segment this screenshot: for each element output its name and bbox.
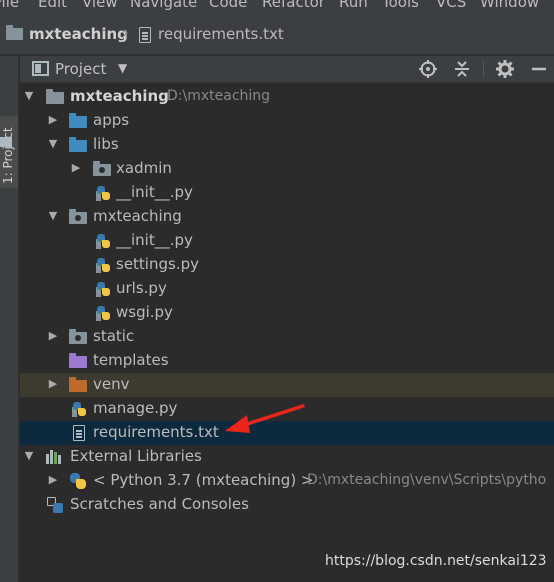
tree-node-path: D:\mxteaching: [167, 88, 271, 104]
project-view-selector[interactable]: Project: [55, 60, 106, 78]
tree-node-static[interactable]: ▶ static: [20, 325, 554, 349]
expanded-arrow-icon[interactable]: ▼: [47, 137, 59, 150]
tree-node-label: manage.py: [93, 399, 178, 417]
menu-refactor[interactable]: Refactor: [262, 0, 325, 11]
menu-navigate[interactable]: Navigate: [130, 0, 197, 11]
tree-node-file[interactable]: wsgi.py: [20, 301, 554, 325]
menu-vcs[interactable]: VCS: [436, 0, 466, 11]
excluded-folder-icon: [69, 377, 87, 392]
watermark-text: https://blog.csdn.net/senkai123: [325, 553, 547, 569]
python-file-icon: [96, 185, 110, 201]
tree-node-root[interactable]: ▼ mxteaching D:\mxteaching: [20, 85, 554, 109]
tree-node-libs[interactable]: ▼ libs: [20, 133, 554, 157]
folder-icon: [6, 25, 23, 40]
left-tool-strip: 1: Project: [0, 56, 19, 582]
tree-node-label: templates: [93, 351, 169, 369]
package-folder-icon: [69, 329, 87, 344]
tree-node-label: settings.py: [116, 255, 199, 273]
tree-node-mxteaching-package[interactable]: ▼ mxteaching: [20, 205, 554, 229]
tree-node-apps[interactable]: ▶ apps: [20, 109, 554, 133]
tree-node-external-libraries[interactable]: ▼ External Libraries: [20, 445, 554, 469]
tree-node-label: wsgi.py: [116, 303, 173, 321]
tree-node-label: libs: [93, 135, 119, 153]
tree-node-file[interactable]: settings.py: [20, 253, 554, 277]
package-folder-icon: [93, 161, 111, 176]
package-folder-icon: [69, 209, 87, 224]
tree-node-python-sdk[interactable]: ▶ < Python 3.7 (mxteaching) > D:\mxteach…: [20, 469, 554, 493]
menu-bar: File Edit View Navigate Code Refactor Ru…: [0, 0, 554, 14]
menu-view[interactable]: View: [82, 0, 118, 11]
locate-icon[interactable]: [417, 58, 439, 80]
menu-run[interactable]: Run: [339, 0, 368, 11]
expanded-arrow-icon[interactable]: ▼: [23, 89, 35, 102]
breadcrumb-separator-icon: ›: [122, 23, 129, 43]
tree-node-label: __init__.py: [116, 183, 193, 201]
folder-icon: [46, 89, 64, 104]
collapsed-arrow-icon[interactable]: ▶: [47, 113, 59, 126]
templates-folder-icon: [69, 353, 87, 368]
python-file-icon: [72, 401, 86, 417]
project-panel-header: Project ▼: [20, 56, 554, 83]
menu-tools[interactable]: Tools: [382, 0, 419, 11]
menu-file[interactable]: File: [0, 0, 19, 11]
menu-edit[interactable]: Edit: [38, 0, 67, 11]
tree-node-xadmin[interactable]: ▶ xadmin: [20, 157, 554, 181]
tree-node-file[interactable]: manage.py: [20, 397, 554, 421]
tree-node-requirements-selected[interactable]: requirements.txt: [20, 421, 554, 445]
scratches-icon: [47, 497, 63, 513]
source-folder-icon: [69, 137, 87, 152]
collapsed-arrow-icon[interactable]: ▶: [47, 473, 59, 486]
collapsed-arrow-icon[interactable]: ▶: [70, 161, 82, 174]
expanded-arrow-icon[interactable]: ▼: [23, 449, 35, 462]
tree-node-label: mxteaching: [93, 207, 182, 225]
tree-node-file[interactable]: __init__.py: [20, 181, 554, 205]
expanded-arrow-icon[interactable]: ▼: [47, 209, 59, 222]
tree-node-label: apps: [93, 111, 130, 129]
python-icon: [70, 473, 86, 489]
chevron-down-icon[interactable]: ▼: [118, 61, 127, 75]
text-file-icon: [139, 27, 151, 43]
collapsed-arrow-icon[interactable]: ▶: [47, 329, 59, 342]
toolbar-divider: [483, 60, 484, 78]
library-icon: [46, 450, 64, 464]
python-file-icon: [96, 233, 110, 249]
tree-node-label: xadmin: [116, 159, 172, 177]
structure-icon[interactable]: [0, 137, 12, 147]
python-file-icon: [96, 305, 110, 321]
tree-node-label: urls.py: [116, 279, 167, 297]
tree-node-label: requirements.txt: [93, 423, 219, 441]
tree-node-label: __init__.py: [116, 231, 193, 249]
tree-node-file[interactable]: urls.py: [20, 277, 554, 301]
menu-code[interactable]: Code: [209, 0, 247, 11]
collapse-all-icon[interactable]: [451, 58, 473, 80]
tree-node-label: static: [93, 327, 135, 345]
text-file-icon: [73, 425, 85, 441]
python-file-icon: [96, 281, 110, 297]
project-tool-tab-label: 1: Project: [1, 127, 15, 184]
gear-icon[interactable]: [494, 58, 516, 80]
tree-node-label: Scratches and Consoles: [70, 495, 249, 513]
breadcrumb-project[interactable]: mxteaching: [29, 25, 128, 43]
tree-node-label: venv: [93, 375, 130, 393]
tree-node-path: D:\mxteaching\venv\Scripts\pytho: [307, 472, 547, 488]
tree-node-label: < Python 3.7 (mxteaching) >: [93, 471, 314, 489]
project-window-icon: [32, 61, 49, 76]
tree-node-label: mxteaching: [70, 87, 169, 105]
tree-node-templates[interactable]: templates: [20, 349, 554, 373]
python-file-icon: [96, 257, 110, 273]
breadcrumb-file[interactable]: requirements.txt: [158, 25, 284, 43]
tree-node-venv[interactable]: ▶ venv: [20, 373, 554, 397]
menu-window[interactable]: Window: [480, 0, 539, 11]
project-tree: ▼ mxteaching D:\mxteaching ▶ apps ▼ libs…: [20, 84, 554, 582]
minimize-icon[interactable]: [528, 58, 550, 80]
tree-node-scratches[interactable]: Scratches and Consoles: [20, 493, 554, 517]
tree-node-label: External Libraries: [70, 447, 202, 465]
source-folder-icon: [69, 113, 87, 128]
collapsed-arrow-icon[interactable]: ▶: [47, 377, 59, 390]
tree-node-file[interactable]: __init__.py: [20, 229, 554, 253]
navigation-bar: mxteaching › requirements.txt: [0, 14, 554, 55]
